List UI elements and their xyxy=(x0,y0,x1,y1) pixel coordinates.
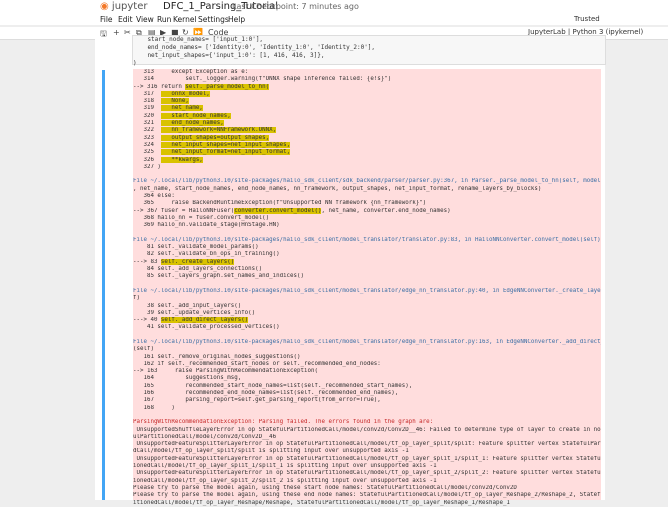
logo-text: jupyter xyxy=(111,1,148,12)
traceback-line: 82 self._validate_bn_ops_in_training() xyxy=(133,251,280,258)
cut-icon[interactable]: ✂ xyxy=(124,28,131,37)
traceback-line: ---> 40 self._add_direct_layers() xyxy=(133,317,249,324)
checkpoint-status: Last Checkpoint: 7 minutes ago xyxy=(232,2,359,11)
jupyter-logo[interactable]: ◉ jupyter xyxy=(100,1,148,12)
traceback-line: 319 net_name, xyxy=(133,105,203,112)
traceback-line: UnsupportedFeatureSplitterLayerError in … xyxy=(133,441,601,448)
traceback-line xyxy=(133,171,601,178)
traceback-line: 317 onnx_model, xyxy=(133,90,210,97)
traceback-line: ionedCall/model/tf_op_layer_split_2/spli… xyxy=(133,477,437,484)
traceback-line: 320 start_node_names, xyxy=(133,112,231,119)
traceback-line: 161 self._remove_original_nodes_suggesti… xyxy=(133,353,301,360)
menu-file[interactable]: File xyxy=(100,15,113,24)
menu-edit[interactable]: Edit xyxy=(118,15,133,24)
traceback-line: 38 self._add_input_layers() xyxy=(133,302,242,309)
traceback-line: UnsupportedFeatureSplitterLayerError in … xyxy=(133,470,601,477)
traceback-output: 313 except Exception as e: 314 self._log… xyxy=(133,69,601,507)
traceback-line: --> 367 fuser = HailoNNFuser(converter.c… xyxy=(133,207,451,214)
traceback-line: 324 net_input_shapes=net_input_shapes, xyxy=(133,141,291,148)
traceback-line: itionedCall/model/tf_op_layer_Reshape/Re… xyxy=(133,499,510,506)
traceback-line: (self) xyxy=(133,346,154,353)
traceback-line xyxy=(133,332,601,339)
menu-help[interactable]: Help xyxy=(228,15,245,24)
menu-settings[interactable]: Settings xyxy=(198,15,229,24)
menu-kernel[interactable]: Kernel xyxy=(173,15,197,24)
traceback-line: ---> 83 self._create_layers() xyxy=(133,258,235,265)
traceback-line: 314 self._logger.warning(f"ONNX shape in… xyxy=(133,76,392,83)
traceback-line xyxy=(133,230,601,237)
traceback-line: UnsupportedShuffleLayerError in op State… xyxy=(133,426,601,433)
traceback-line: 166 recommended_end_node_names=list(self… xyxy=(133,390,399,397)
traceback-line: 365 raise BackendRuntimeException(f"Unsu… xyxy=(133,200,427,207)
traceback-line: dCall/model/tf_op_layer_split/split is s… xyxy=(133,448,409,455)
input-cell-code[interactable]: start_node_names= ['input_1:0'], end_nod… xyxy=(133,36,375,68)
traceback-line: ionedCall/model/tf_op_layer_split_1/spli… xyxy=(133,463,437,470)
traceback-line: UnsupportedFeatureSplitterLayerError in … xyxy=(133,455,601,462)
traceback-line: 369 hailo_nn.validate_stage(HnStage.HN) xyxy=(133,222,280,229)
traceback-line: 318 None, xyxy=(133,98,189,105)
traceback-line: 168 ) xyxy=(133,404,175,411)
traceback-line: File ~/.local/lib/python3.10/site-packag… xyxy=(133,178,601,185)
traceback-line: 41 self._validate_processed_vertices() xyxy=(133,324,280,331)
menu-run[interactable]: Run xyxy=(157,15,171,24)
traceback-line: ulPartitionedCall/model/conv2d/Conv2D__4… xyxy=(133,433,277,440)
traceback-line: , net_name, start_node_names, end_node_n… xyxy=(133,185,542,192)
traceback-line: ParsingWithRecommendationException: Pars… xyxy=(133,419,434,426)
traceback-line: --> 163 raise ParsingWithRecommendationE… xyxy=(133,368,318,375)
traceback-line: 325 net_input_format=net_input_format, xyxy=(133,149,291,156)
menu-bar: File Edit View Run Kernel Settings Help xyxy=(0,15,668,25)
traceback-line: 81 self._validate_model_params() xyxy=(133,244,259,251)
traceback-line: 167 parsing_report=self.get_parsing_repo… xyxy=(133,397,381,404)
trusted-indicator[interactable]: Trusted xyxy=(574,15,600,23)
traceback-line: 322 nn_framework=NNFramework.ONNX, xyxy=(133,127,277,134)
traceback-line: 327 ) xyxy=(133,163,161,170)
traceback-line: 85 self._layers_graph.set_names_and_indi… xyxy=(133,273,305,280)
traceback-line: 313 except Exception as e: xyxy=(133,69,249,75)
traceback-line: 162 if self._recommended_start_nodes or … xyxy=(133,360,381,367)
traceback-line: 321 end_node_names, xyxy=(133,120,224,127)
traceback-line: Please try to parse the model again, usi… xyxy=(133,492,601,499)
traceback-line: 323 output_shapes=output_shapes, xyxy=(133,134,270,141)
traceback-line: File ~/.local/lib/python3.10/site-packag… xyxy=(133,338,601,345)
traceback-line: 164 suggestions_msg, xyxy=(133,375,242,382)
traceback-line: 326 **kwargs, xyxy=(133,156,203,163)
traceback-line xyxy=(133,281,601,288)
traceback-line: 39 self._update_vertices_info() xyxy=(133,309,256,316)
traceback-line: File ~/.local/lib/python3.10/site-packag… xyxy=(133,287,601,294)
traceback-line: 368 hailo_nn = fuser.convert_model() xyxy=(133,214,270,221)
traceback-line: Please try to parse the model again, usi… xyxy=(133,484,517,491)
top-bar: ◉ jupyter DFC_1_Parsing_Tutorial Last Ch… xyxy=(0,0,668,15)
traceback-line xyxy=(133,412,601,419)
traceback-line: f) xyxy=(133,295,140,302)
traceback-line: --> 316 return self._parse_model_to_hn( xyxy=(133,83,270,90)
add-cell-icon[interactable]: + xyxy=(113,28,120,37)
traceback-line: File ~/.local/lib/python3.10/site-packag… xyxy=(133,236,601,243)
traceback-line: 165 recommended_start_node_names=list(se… xyxy=(133,382,413,389)
menu-view[interactable]: View xyxy=(136,15,154,24)
traceback-line: 364 else: xyxy=(133,193,175,200)
active-cell-marker xyxy=(102,70,105,500)
traceback-line: 84 self._add_layers_connections() xyxy=(133,266,263,273)
